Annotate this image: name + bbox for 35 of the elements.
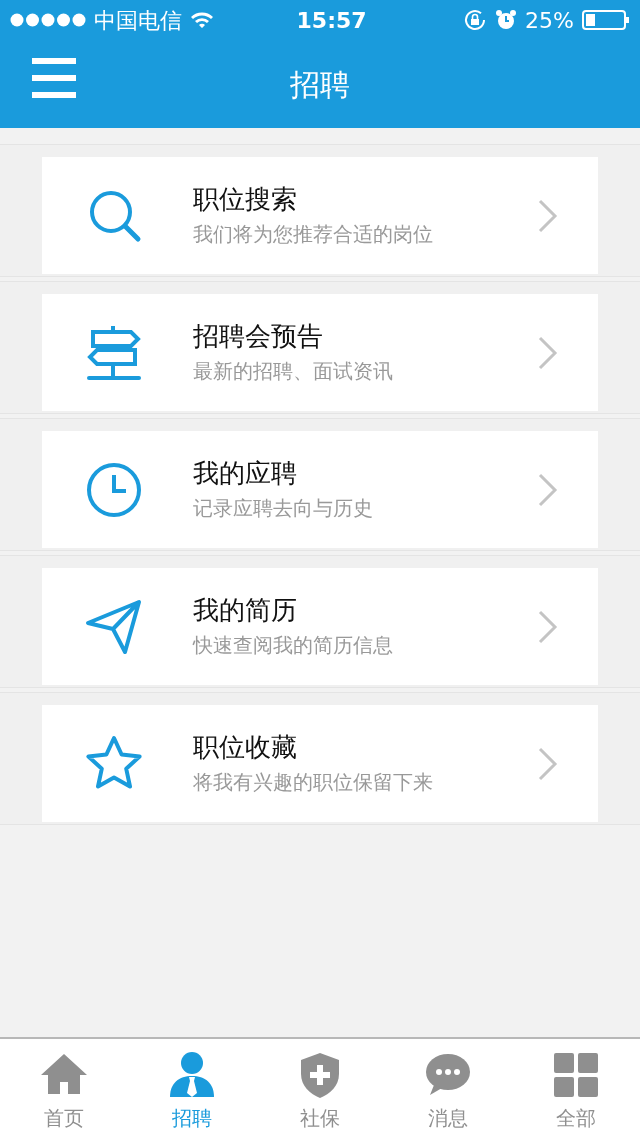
item-subtitle: 最新的招聘、面试资讯	[193, 358, 394, 385]
carrier-name: 中国电信	[94, 6, 182, 35]
item-subtitle: 快速查阅我的简历信息	[193, 632, 394, 659]
person-icon	[168, 1051, 216, 1099]
item-title: 我的简历	[193, 594, 298, 627]
menu-item[interactable]: 我的应聘 记录应聘去向与历史	[42, 431, 598, 548]
alarm-icon	[495, 9, 518, 31]
rotation-lock-icon	[463, 8, 488, 32]
page-title: 招聘	[290, 65, 350, 104]
menu-item[interactable]: 职位搜索 我们将为您推荐合适的岗位	[42, 157, 598, 274]
paper-plane-icon	[85, 597, 143, 656]
menu-item[interactable]: 职位收藏 将我有兴趣的职位保留下来	[42, 705, 598, 822]
chevron-right-icon	[538, 746, 558, 781]
wifi-icon	[190, 11, 214, 29]
menu-item[interactable]: 招聘会预告 最新的招聘、面试资讯	[42, 294, 598, 411]
chevron-right-icon	[538, 198, 558, 233]
item-subtitle: 将我有兴趣的职位保留下来	[193, 769, 434, 796]
item-title: 职位收藏	[193, 731, 298, 764]
chevron-right-icon	[538, 609, 558, 644]
battery-percent: 25%	[525, 6, 574, 35]
item-subtitle: 记录应聘去向与历史	[193, 495, 374, 522]
item-title: 我的应聘	[193, 457, 298, 490]
menu-item[interactable]: 我的简历 快速查阅我的简历信息	[42, 568, 598, 685]
chevron-right-icon	[538, 472, 558, 507]
grid-icon	[552, 1051, 600, 1099]
chevron-right-icon	[538, 335, 558, 370]
menu-icon[interactable]	[32, 58, 76, 98]
signal-icon	[10, 13, 86, 27]
status-time: 15:57	[295, 6, 368, 35]
item-title: 职位搜索	[193, 183, 298, 216]
battery-icon	[582, 10, 630, 30]
item-subtitle: 我们将为您推荐合适的岗位	[193, 221, 434, 248]
clock-icon	[85, 460, 143, 519]
item-title: 招聘会预告	[193, 320, 324, 353]
signpost-icon	[85, 323, 143, 382]
